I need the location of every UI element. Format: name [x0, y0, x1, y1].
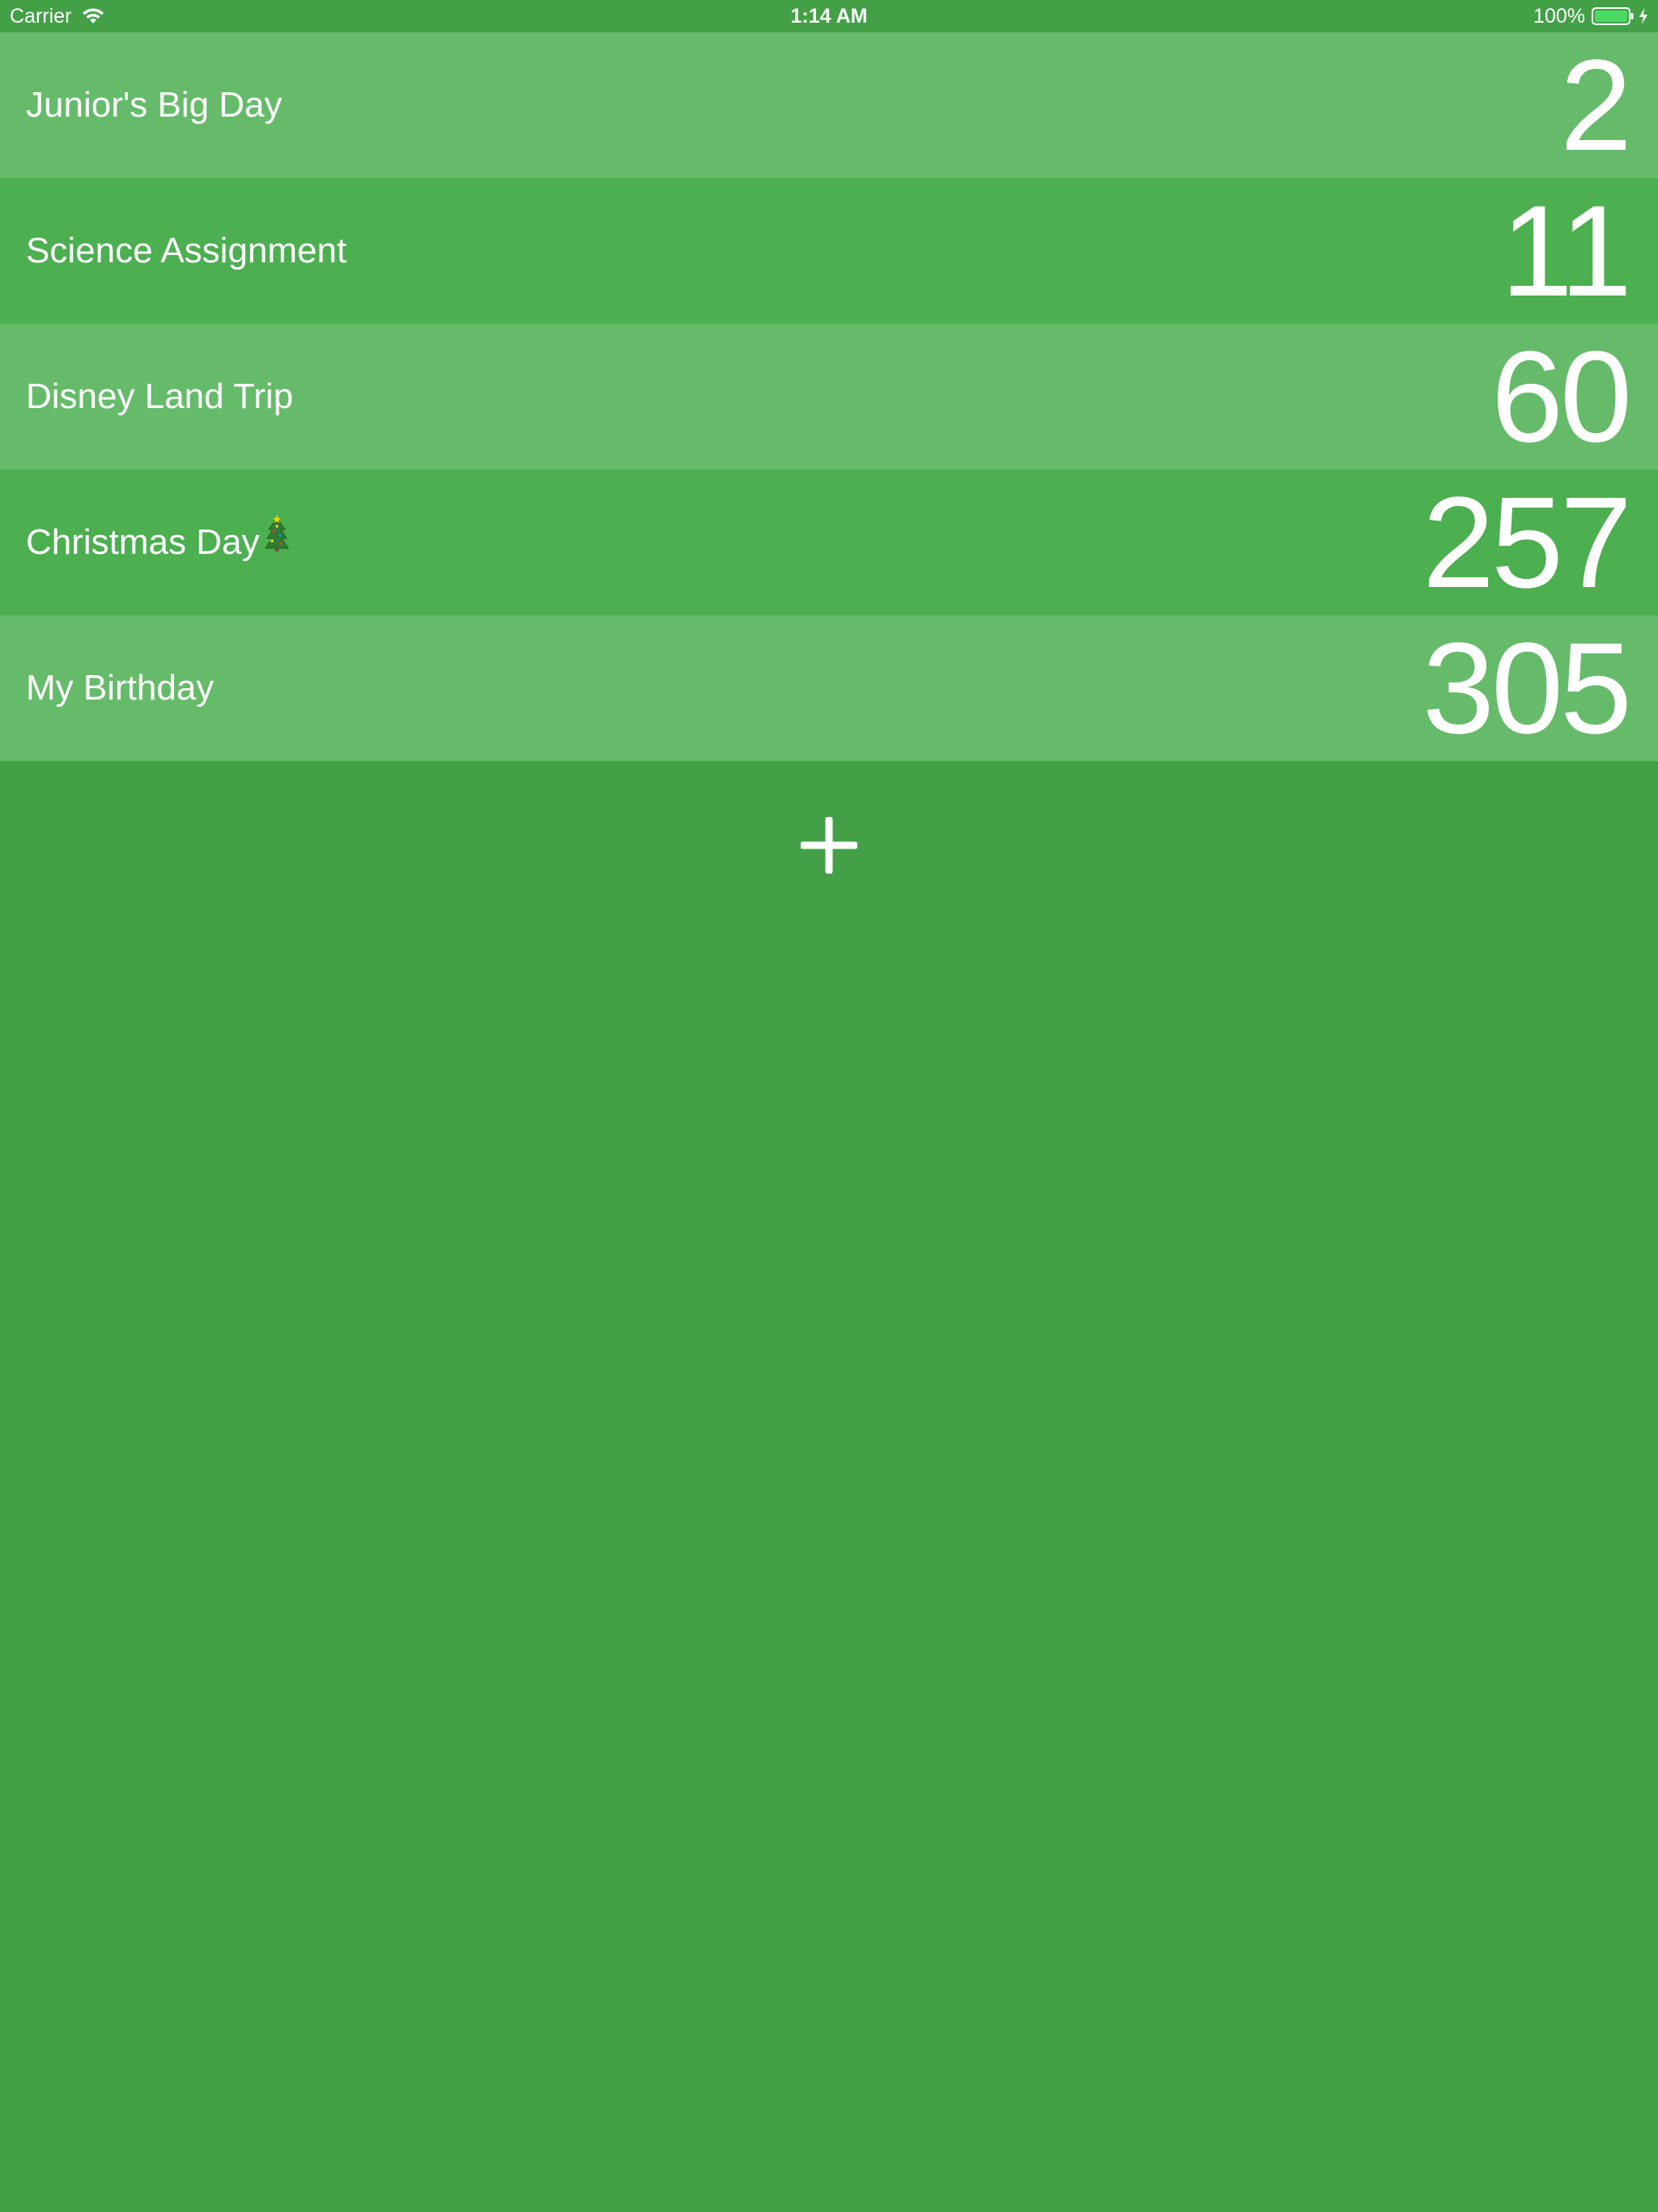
event-title: Science Assignment [26, 231, 347, 270]
event-list: Junior's Big Day 2 Science Assignment 11… [0, 32, 1658, 761]
charging-bolt-icon [1639, 7, 1648, 25]
status-right: 100% [1533, 0, 1648, 32]
plus-icon [799, 815, 859, 875]
event-row[interactable]: Science Assignment 11 [0, 178, 1658, 324]
event-days-count: 60 [1491, 324, 1632, 469]
status-bar: Carrier 1:14 AM 100% [0, 0, 1658, 32]
event-row[interactable]: Disney Land Trip 60 [0, 324, 1658, 470]
event-days-count: 11 [1500, 178, 1632, 323]
add-event-button[interactable] [799, 815, 859, 875]
battery-icon [1592, 6, 1637, 26]
event-days-count: 305 [1422, 615, 1632, 760]
event-row[interactable]: Christmas Day 257 [0, 470, 1658, 615]
event-row[interactable]: Junior's Big Day 2 [0, 32, 1658, 178]
event-title: My Birthday [26, 668, 215, 708]
event-title-wrapper: Christmas Day [26, 470, 289, 615]
event-title: Junior's Big Day [26, 85, 283, 125]
event-row[interactable]: My Birthday 305 [0, 615, 1658, 761]
event-title: Christmas Day [26, 522, 260, 562]
event-days-count: 257 [1422, 470, 1632, 615]
status-time: 1:14 AM [790, 5, 868, 28]
battery-percent: 100% [1533, 5, 1585, 28]
christmas-tree-icon [264, 468, 289, 614]
event-title: Disney Land Trip [26, 376, 294, 416]
event-days-count: 2 [1560, 32, 1632, 177]
